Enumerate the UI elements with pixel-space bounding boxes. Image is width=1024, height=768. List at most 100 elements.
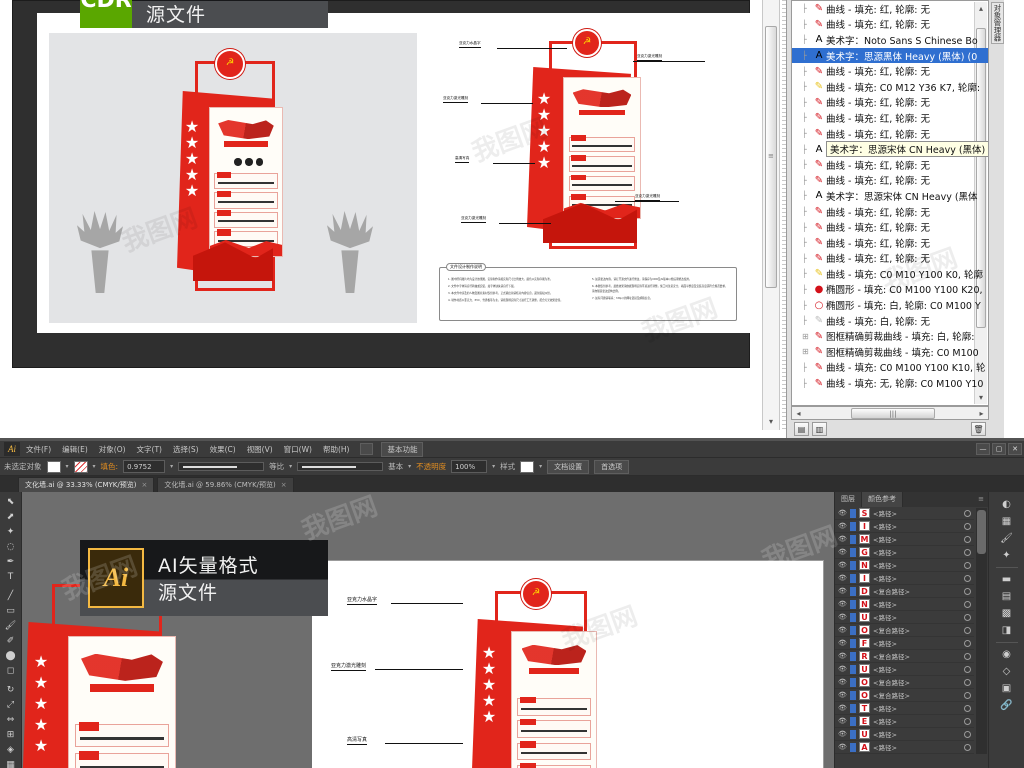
object-list-item[interactable]: ├ ✎ 曲线 - 填充: 无, 轮廓: C0 M100 Y10 — [792, 375, 988, 391]
object-list-item[interactable]: ├ ✎ 曲线 - 填充: 红, 轮廓: 无 — [792, 219, 988, 235]
workspace-switcher[interactable]: 基本功能 — [381, 441, 424, 457]
layer-target-icon[interactable] — [964, 639, 971, 647]
graphic-style-swatch[interactable] — [520, 460, 535, 473]
eye-icon[interactable]: 👁 — [838, 665, 847, 673]
chevron-down-icon[interactable]: ▾ — [93, 463, 96, 470]
expand-toggle-icon[interactable]: ⊞ — [802, 347, 812, 356]
minimize-button[interactable]: — — [976, 443, 990, 455]
shape-builder-tool-icon[interactable]: ◈ — [2, 743, 20, 758]
close-button[interactable]: ✕ — [1008, 443, 1022, 455]
eye-icon[interactable]: 👁 — [838, 691, 847, 699]
layer-target-icon[interactable] — [964, 743, 971, 751]
object-list-item[interactable]: ├ A美术字：思源宋体 CN Heavy (黑体) (CHC) — [792, 141, 988, 158]
menu-item-object[interactable]: 对象(O) — [99, 444, 126, 455]
layer-target-icon[interactable] — [964, 691, 971, 699]
chevron-down-icon[interactable]: ▾ — [170, 463, 173, 470]
stroke-panel-icon[interactable]: ▬ — [996, 571, 1018, 588]
object-list-item[interactable]: ├ ● 椭圆形 - 填充: C0 M100 Y100 K20, — [792, 282, 988, 298]
layer-target-icon[interactable] — [964, 717, 971, 725]
layer-target-icon[interactable] — [964, 548, 971, 556]
layers-scrollbar[interactable] — [976, 508, 987, 754]
layer-target-icon[interactable] — [964, 613, 971, 621]
layer-row[interactable]: 👁 U <路径> — [835, 728, 974, 741]
layer-row[interactable]: 👁 O <复合路径> — [835, 689, 974, 702]
layer-target-icon[interactable] — [964, 574, 971, 582]
object-list-item[interactable]: ├ ✎ 曲线 - 填充: C0 M100 Y100 K10, 轮 — [792, 360, 988, 376]
object-list-item[interactable]: ├ ✎ 曲线 - 填充: 白, 轮廓: 无 — [792, 313, 988, 329]
rotate-tool-icon[interactable]: ↻ — [2, 683, 20, 698]
links-panel-icon[interactable]: 🔗 — [996, 697, 1018, 714]
layer-target-icon[interactable] — [964, 522, 971, 530]
appearance-panel-icon[interactable]: ◉ — [996, 646, 1018, 663]
layer-row[interactable]: 👁 M <路径> — [835, 533, 974, 546]
blob-brush-tool-icon[interactable]: ⬤ — [2, 649, 20, 664]
layer-target-icon[interactable] — [964, 678, 971, 686]
layer-row[interactable]: 👁 O <复合路径> — [835, 624, 974, 637]
eye-icon[interactable]: 👁 — [838, 730, 847, 738]
object-list-item[interactable]: ⊞ ✎ 图框精确剪裁曲线 - 填充: 白, 轮廓: — [792, 328, 988, 344]
eye-icon[interactable]: 👁 — [838, 522, 847, 530]
eye-icon[interactable]: 👁 — [838, 639, 847, 647]
illustrator-toolbar[interactable]: ⬉⬈✦◌✒T╱▭🖌✐⬤◻↻⤢⇔⊞◈▦▩▤✜◑✽▥⬚⌗✋🔍 — [0, 492, 22, 768]
chevron-down-icon[interactable]: ▾ — [492, 463, 495, 470]
eye-icon[interactable]: 👁 — [838, 613, 847, 621]
direct-selection-tool-icon[interactable]: ⬈ — [2, 510, 20, 525]
object-list-item[interactable]: ├ ✎ 曲线 - 填充: 红, 轮廓: 无 — [792, 251, 988, 267]
eye-icon[interactable]: 👁 — [838, 574, 847, 582]
scroll-down-arrow-icon[interactable]: ▾ — [975, 391, 987, 404]
new-master-layer-button[interactable]: ▥ — [812, 422, 827, 436]
object-list-item[interactable]: ├ ○ 椭圆形 - 填充: 白, 轮廓: C0 M100 Y — [792, 297, 988, 313]
menu-item-effect[interactable]: 效果(C) — [210, 444, 236, 455]
object-list-item[interactable]: ├ ✎ 曲线 - 填充: 红, 轮廓: 无 — [792, 126, 988, 142]
layer-row[interactable]: 👁 E <路径> — [835, 715, 974, 728]
document-setup-button[interactable]: 文档设置 — [547, 459, 590, 474]
chevron-down-icon[interactable]: ▾ — [408, 463, 411, 470]
fill-swatch[interactable] — [46, 460, 61, 473]
layer-row[interactable]: 👁 N <路径> — [835, 559, 974, 572]
object-list-item[interactable]: ├ ✎ 曲线 - 填充: 红, 轮廓: 无 — [792, 110, 988, 126]
hscroll-thumb[interactable]: ||| — [851, 407, 935, 419]
menu-item-view[interactable]: 视图(V) — [247, 444, 273, 455]
layer-target-icon[interactable] — [964, 704, 971, 712]
eye-icon[interactable]: 👁 — [838, 626, 847, 634]
object-list-item[interactable]: ├ ✎ 曲线 - 填充: 红, 轮廓: 无 — [792, 63, 988, 79]
object-list-hscrollbar[interactable]: ◂ ||| ▸ — [791, 406, 989, 420]
new-layer-button[interactable]: ▤ — [794, 422, 809, 436]
object-list-item[interactable]: ├ ✎ 曲线 - 填充: 红, 轮廓: 无 — [792, 235, 988, 251]
layer-target-icon[interactable] — [964, 561, 971, 569]
tab-color-guide[interactable]: 颜色参考 — [862, 492, 903, 507]
opacity-field[interactable]: 100% — [451, 460, 488, 473]
eye-icon[interactable]: 👁 — [838, 743, 847, 751]
tab-layers[interactable]: 图层 — [835, 492, 862, 507]
layer-row[interactable]: 👁 F <路径> — [835, 637, 974, 650]
eye-icon[interactable]: 👁 — [838, 717, 847, 725]
object-list-item[interactable]: ├ ✎ 曲线 - 填充: C0 M12 Y36 K7, 轮廓: — [792, 79, 988, 95]
layer-target-icon[interactable] — [964, 730, 971, 738]
layer-row[interactable]: 👁 U <路径> — [835, 663, 974, 676]
scroll-left-arrow-icon[interactable]: ◂ — [792, 409, 805, 418]
graphic-styles-panel-icon[interactable]: ◇ — [996, 663, 1018, 680]
panel-menu-icon[interactable]: ≡ — [903, 492, 988, 507]
selection-tool-icon[interactable]: ⬉ — [2, 495, 20, 510]
layer-target-icon[interactable] — [964, 509, 971, 517]
brush-preview[interactable] — [297, 462, 384, 471]
layer-row[interactable]: 👁 R <复合路径> — [835, 650, 974, 663]
paintbrush-tool-icon[interactable]: 🖌 — [2, 619, 20, 634]
object-list-item[interactable]: ├ ✎ 曲线 - 填充: 红, 轮廓: 无 — [792, 1, 988, 17]
object-list[interactable]: ▴ ▾ ├ ✎ 曲线 - 填充: 红, 轮廓: 无 ├ ✎ 曲线 - 填充: 红, 轮廓:… — [791, 0, 989, 406]
expand-toggle-icon[interactable]: ⊞ — [802, 332, 812, 341]
rectangle-tool-icon[interactable]: ▭ — [2, 604, 20, 619]
layer-row[interactable]: 👁 N <路径> — [835, 598, 974, 611]
eye-icon[interactable]: 👁 — [838, 509, 847, 517]
layer-target-icon[interactable] — [964, 652, 971, 660]
document-tab-2[interactable]: 文化墙.ai @ 59.86% (CMYK/预览) × — [157, 477, 294, 492]
scrollbar-thumb[interactable] — [977, 510, 986, 554]
eye-icon[interactable]: 👁 — [838, 652, 847, 660]
layer-row[interactable]: 👁 D <复合路径> — [835, 585, 974, 598]
layer-target-icon[interactable] — [964, 626, 971, 634]
symbols-panel-icon[interactable]: ✦ — [996, 547, 1018, 564]
eye-icon[interactable]: 👁 — [838, 548, 847, 556]
object-list-item[interactable]: ├ A 美术字：思源宋体 CN Heavy (黑体 — [792, 188, 988, 204]
arrange-documents-icon[interactable] — [360, 443, 374, 455]
chevron-down-icon[interactable]: ▾ — [66, 463, 69, 470]
